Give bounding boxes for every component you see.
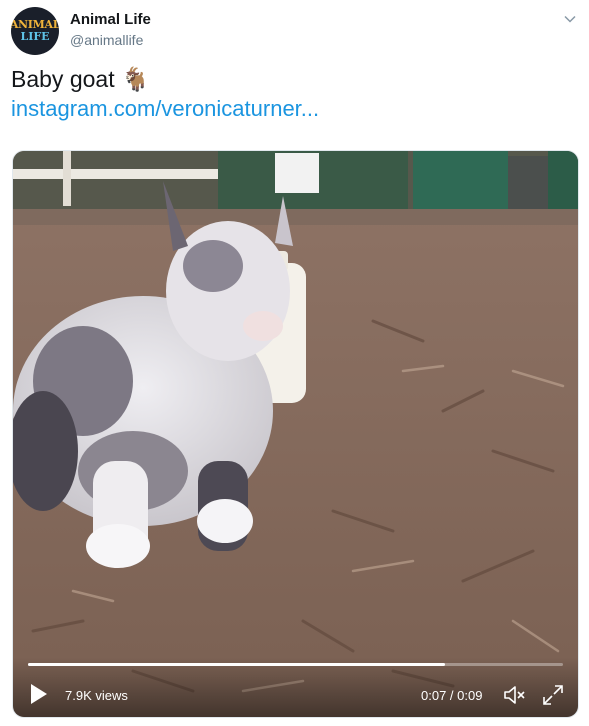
avatar-logo-line1: ANIMAL [11,18,59,31]
chevron-down-icon[interactable] [563,12,577,26]
fullscreen-icon[interactable] [542,684,564,706]
volume-muted-icon[interactable] [503,684,527,706]
tweet-link[interactable]: instagram.com/veronicaturner... [11,96,319,122]
account-name[interactable]: Animal Life [70,11,151,28]
progress-bar[interactable] [28,663,563,666]
avatar-logo-line2: LIFE [20,30,50,43]
playback-time: 0:07 / 0:09 [421,688,483,703]
video-player[interactable]: 7.9K views 0:07 / 0:09 [12,150,579,718]
tweet-text: Baby goat 🐐 [11,66,150,92]
video-frame [13,151,578,717]
video-controls: 7.9K views 0:07 / 0:09 [13,657,578,717]
account-handle[interactable]: @animallife [70,32,143,48]
view-count: 7.9K views [65,688,128,703]
avatar[interactable]: ANIMAL LIFE [11,7,59,55]
play-icon[interactable] [30,683,48,705]
progress-fill [28,663,446,666]
